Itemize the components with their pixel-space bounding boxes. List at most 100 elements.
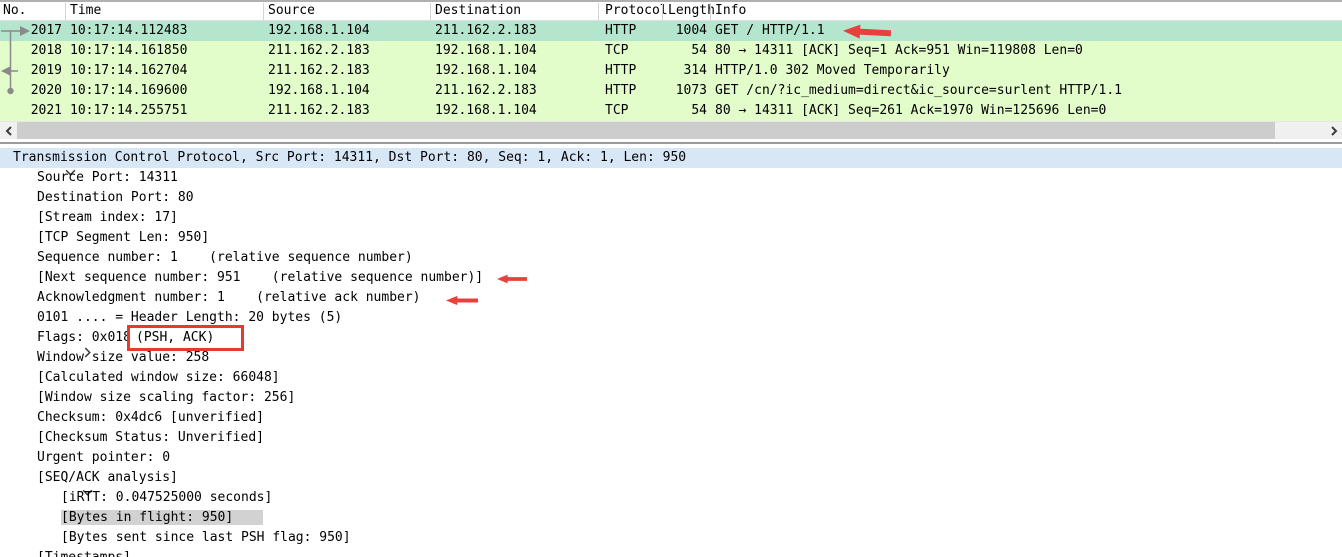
detail-line-sequence-number[interactable]: Sequence number: 1 (relative sequence nu… — [0, 248, 1342, 268]
chevron-left-icon — [5, 125, 12, 136]
detail-text: Transmission Control Protocol, Src Port:… — [13, 150, 687, 165]
detail-line-acknowledgment-number[interactable]: Acknowledgment number: 1 (relative ack n… — [0, 288, 1342, 308]
annotation-arrow-left-icon — [843, 24, 891, 39]
expander-closed-icon[interactable] — [19, 332, 91, 358]
cell-source: 192.168.1.104 — [268, 23, 370, 38]
pane-splitter[interactable] — [0, 139, 1342, 148]
cell-destination: 211.162.2.183 — [435, 83, 537, 98]
detail-text: Flags: 0x018 — [37, 330, 131, 345]
detail-text: [Timestamps] — [37, 550, 131, 557]
annotation-arrow-left-icon — [446, 295, 478, 306]
column-divider[interactable] — [65, 3, 66, 20]
column-divider[interactable] — [662, 3, 663, 20]
detail-text: 0101 .... = Header Length: 20 bytes (5) — [37, 310, 343, 325]
chevron-right-icon — [1330, 125, 1337, 136]
column-header-protocol[interactable]: Protocol — [605, 3, 668, 18]
cell-time: 10:17:14.162704 — [70, 63, 188, 78]
detail-line-irtt[interactable]: [iRTT: 0.047525000 seconds] — [0, 488, 1342, 508]
cell-source: 211.162.2.183 — [268, 63, 370, 78]
column-divider[interactable] — [710, 3, 711, 20]
cell-no: 2021 — [30, 103, 62, 118]
column-header-time[interactable]: Time — [70, 3, 101, 18]
cell-destination: 211.162.2.183 — [435, 23, 537, 38]
cell-no: 2020 — [30, 83, 62, 98]
detail-text: [SEQ/ACK analysis] — [37, 470, 178, 485]
cell-time: 10:17:14.169600 — [70, 83, 188, 98]
cell-info: GET / HTTP/1.1 — [715, 23, 825, 38]
scroll-right-button[interactable] — [1325, 122, 1342, 139]
cell-destination: 192.168.1.104 — [435, 63, 537, 78]
packet-list-header: No. Time Source Destination Protocol Len… — [0, 2, 1342, 21]
column-header-source[interactable]: Source — [268, 3, 315, 18]
cell-no: 2018 — [30, 43, 62, 58]
packet-row-2020[interactable]: 2020 10:17:14.169600 192.168.1.104 211.1… — [0, 81, 1342, 101]
wireshark-window: No. Time Source Destination Protocol Len… — [0, 0, 1342, 557]
detail-line-bytes-since-psh[interactable]: [Bytes sent since last PSH flag: 950] — [0, 528, 1342, 548]
cell-no: 2017 — [30, 23, 62, 38]
detail-text: [TCP Segment Len: 950] — [37, 230, 210, 245]
detail-line-bytes-in-flight[interactable]: [Bytes in flight: 950] — [0, 508, 1342, 528]
cell-length: 314 — [683, 63, 707, 78]
column-header-destination[interactable]: Destination — [435, 3, 521, 18]
cell-length: 1004 — [675, 23, 707, 38]
column-divider[interactable] — [598, 3, 599, 20]
detail-text: [Next sequence number: 951 (relative seq… — [37, 270, 484, 285]
packet-row-2017[interactable]: 2017 10:17:14.112483 192.168.1.104 211.1… — [0, 21, 1342, 41]
detail-line-source-port[interactable]: Source Port: 14311 — [0, 168, 1342, 188]
detail-text: [Checksum Status: Unverified] — [37, 430, 264, 445]
cell-length: 54 — [691, 103, 707, 118]
cell-time: 10:17:14.255751 — [70, 103, 188, 118]
detail-line-destination-port[interactable]: Destination Port: 80 — [0, 188, 1342, 208]
cell-source: 192.168.1.104 — [268, 83, 370, 98]
column-divider[interactable] — [263, 3, 264, 20]
detail-line-tcp-summary[interactable]: Transmission Control Protocol, Src Port:… — [0, 148, 1342, 176]
column-divider[interactable] — [430, 3, 431, 20]
detail-line-window-scaling-factor[interactable]: [Window size scaling factor: 256] — [0, 388, 1342, 408]
detail-text: Destination Port: 80 — [37, 190, 194, 205]
packet-row-2018[interactable]: 2018 10:17:14.161850 211.162.2.183 192.1… — [0, 41, 1342, 61]
detail-text: [Bytes sent since last PSH flag: 950] — [61, 530, 351, 545]
packet-row-2019[interactable]: 2019 10:17:14.162704 211.162.2.183 192.1… — [0, 61, 1342, 81]
detail-text: [iRTT: 0.047525000 seconds] — [61, 490, 273, 505]
column-header-length[interactable]: Length — [668, 3, 715, 18]
cell-no: 2019 — [30, 63, 62, 78]
detail-line-calculated-window-size[interactable]: [Calculated window size: 66048] — [0, 368, 1342, 388]
cell-info: 80 → 14311 [ACK] Seq=261 Ack=1970 Win=12… — [715, 103, 1107, 118]
detail-text: Sequence number: 1 (relative sequence nu… — [37, 250, 413, 265]
scrollbar-thumb[interactable] — [17, 122, 1275, 139]
detail-text: Urgent pointer: 0 — [37, 450, 171, 465]
packet-list: No. Time Source Destination Protocol Len… — [0, 2, 1342, 121]
detail-line-next-sequence-number[interactable]: [Next sequence number: 951 (relative seq… — [0, 268, 1342, 288]
column-header-info[interactable]: Info — [715, 3, 746, 18]
detail-text: [Stream index: 17] — [37, 210, 178, 225]
cell-time: 10:17:14.161850 — [70, 43, 188, 58]
cell-destination: 192.168.1.104 — [435, 103, 537, 118]
cell-info: GET /cn/?ic_medium=direct&ic_source=surl… — [715, 83, 1122, 98]
cell-length: 54 — [691, 43, 707, 58]
packet-row-2021[interactable]: 2021 10:17:14.255751 211.162.2.183 192.1… — [0, 101, 1342, 121]
expander-open-icon[interactable] — [19, 552, 31, 557]
cell-destination: 192.168.1.104 — [435, 43, 537, 58]
cell-length: 1073 — [675, 83, 707, 98]
detail-text: Source Port: 14311 — [37, 170, 178, 185]
detail-line-checksum-status[interactable]: [Checksum Status: Unverified] — [0, 428, 1342, 448]
cell-source: 211.162.2.183 — [268, 43, 370, 58]
detail-line-seq-ack-analysis[interactable]: [SEQ/ACK analysis] — [0, 468, 1342, 496]
column-header-no[interactable]: No. — [3, 3, 26, 18]
detail-line-segment-len[interactable]: [TCP Segment Len: 950] — [0, 228, 1342, 248]
detail-line-urgent-pointer[interactable]: Urgent pointer: 0 — [0, 448, 1342, 468]
packet-detail-pane: Transmission Control Protocol, Src Port:… — [0, 148, 1342, 557]
detail-text: [Calculated window size: 66048] — [37, 370, 280, 385]
detail-text: [Window size scaling factor: 256] — [37, 390, 296, 405]
detail-line-flags[interactable]: Flags: 0x018 (PSH, ACK) — [0, 325, 1342, 358]
detail-line-window-size-value[interactable]: Window size value: 258 — [0, 348, 1342, 368]
cell-source: 211.162.2.183 — [268, 103, 370, 118]
cell-time: 10:17:14.112483 — [70, 23, 188, 38]
expander-open-icon[interactable] — [19, 472, 93, 496]
detail-line-timestamps[interactable]: [Timestamps] — [0, 548, 1342, 557]
packet-list-hscrollbar[interactable] — [0, 121, 1342, 139]
detail-line-checksum[interactable]: Checksum: 0x4dc6 [unverified] — [0, 408, 1342, 428]
detail-line-stream-index[interactable]: [Stream index: 17] — [0, 208, 1342, 228]
scroll-left-button[interactable] — [0, 122, 17, 139]
detail-text: Window size value: 258 — [37, 350, 210, 365]
